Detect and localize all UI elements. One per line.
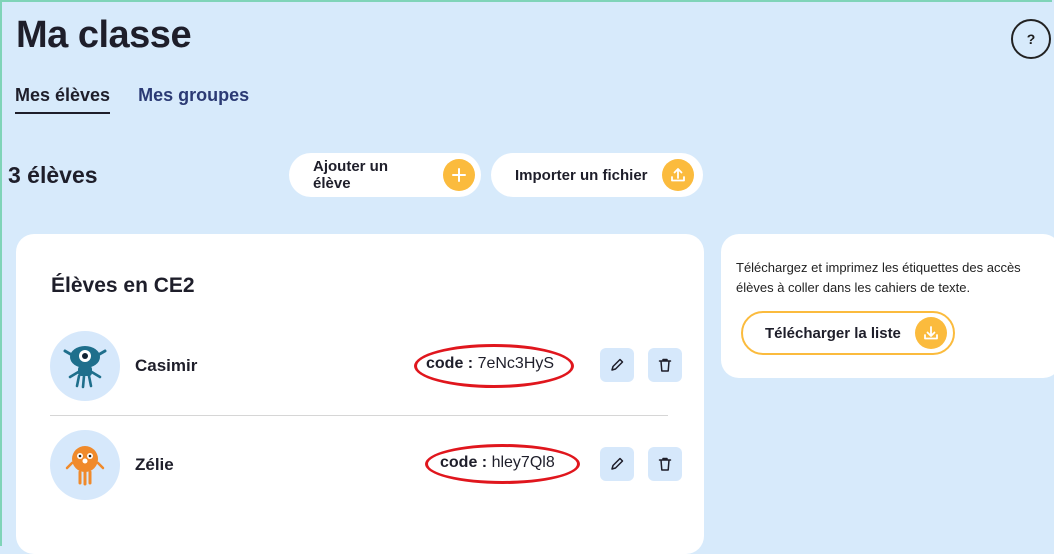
delete-button[interactable] [648,348,682,382]
download-list-button[interactable]: Télécharger la liste [741,311,955,355]
class-card: Élèves en CE2 Casimir code : 7eNc3HyS Zé… [16,234,704,554]
trash-icon [658,358,672,372]
add-student-label: Ajouter un élève [313,158,388,192]
download-description: Téléchargez et imprimez les étiquettes d… [736,260,1021,295]
tab-mes-groupes[interactable]: Mes groupes [138,85,249,114]
avatar [50,331,120,401]
download-icon [914,317,947,349]
add-student-button[interactable]: Ajouter un élève [289,153,481,197]
student-name: Zélie [135,455,174,474]
delete-button[interactable] [648,447,682,481]
help-label: ? [1026,31,1036,47]
avatar [50,430,120,500]
upload-icon [661,159,694,191]
plus-icon [443,159,475,191]
student-name: Casimir [135,356,198,375]
highlight-ellipse [414,344,574,388]
monster-icon [63,346,107,389]
student-row: Zélie code : hley7Ql8 [50,430,682,514]
tab-bar: Mes élèves Mes groupes [15,85,249,114]
edit-button[interactable] [600,348,634,382]
edit-button[interactable] [600,447,634,481]
download-card: Téléchargez et imprimez les étiquettes d… [721,234,1054,378]
student-row: Casimir code : 7eNc3HyS [50,331,682,416]
monster-icon [65,446,105,486]
page-title: Ma classe [16,14,192,56]
import-file-label: Importer un fichier [515,166,648,184]
pencil-icon [611,358,624,371]
trash-icon [658,457,672,471]
import-file-button[interactable]: Importer un fichier [491,153,703,197]
student-count: 3 élèves [8,162,98,188]
tab-mes-eleves[interactable]: Mes élèves [15,85,111,114]
highlight-ellipse [425,444,580,484]
download-list-label: Télécharger la liste [765,324,901,342]
class-title: Élèves en CE2 [51,274,195,297]
pencil-icon [611,457,624,470]
help-button[interactable]: ? [1011,19,1051,59]
